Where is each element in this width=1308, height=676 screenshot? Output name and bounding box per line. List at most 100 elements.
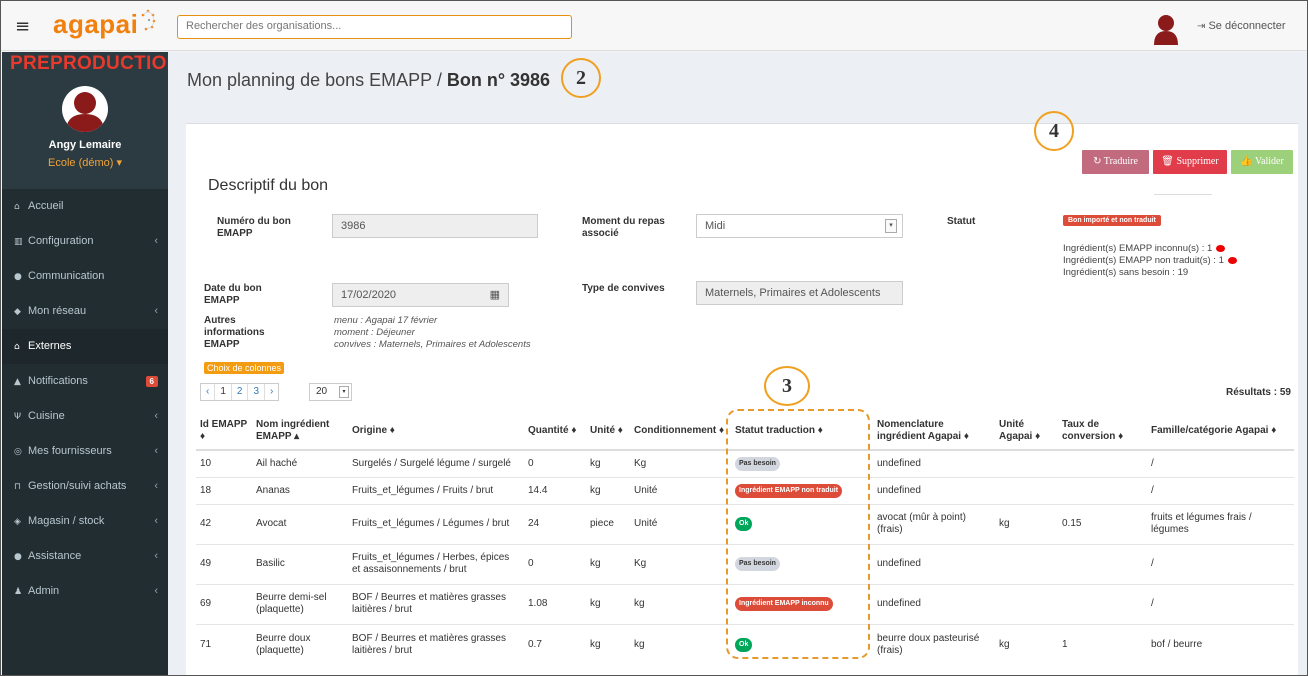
stat-text: Ingrédient(s) EMAPP non traduit(s) : 1 <box>1063 255 1224 266</box>
search-input[interactable]: Rechercher des organisations... <box>177 15 572 39</box>
sidebar-item-8[interactable]: ⊓ Gestion/suivi achats ‹ <box>2 469 168 504</box>
sidebar-item-7[interactable]: ◎ Mes fournisseurs ‹ <box>2 434 168 469</box>
sidebar-item-label: Cuisine <box>28 410 65 422</box>
table-cell-nom: Ail haché <box>252 449 348 477</box>
column-header[interactable]: Origine ♦ <box>348 412 524 451</box>
handshake-icon: ◎ <box>14 447 22 457</box>
home-icon: ⌂ <box>14 202 20 212</box>
org-selector[interactable]: Ecole (démo) ▾ <box>2 156 168 169</box>
section-title: Descriptif du bon <box>208 177 329 194</box>
table-cell-origine: Surgelés / Surgelé légume / surgelé <box>348 449 524 477</box>
stat-no-need: Ingrédient(s) sans besoin : 19 <box>1063 267 1189 278</box>
table-cell-unite: kg <box>586 623 630 665</box>
sidebar-item-3[interactable]: ◆ Mon réseau ‹ <box>2 294 168 329</box>
divider <box>1154 194 1212 195</box>
table-cell-cond: kg <box>630 623 731 665</box>
bell-icon: ▲ <box>14 377 21 387</box>
numero-field[interactable]: 3986 <box>332 214 538 238</box>
sidebar-item-label: Configuration <box>28 235 94 247</box>
per-page-select[interactable]: 20 ▾ <box>309 383 352 401</box>
calendar-icon[interactable]: ▦ <box>490 288 500 301</box>
label-line: Autres <box>204 315 236 326</box>
table-cell-qte: 24 <box>524 503 586 544</box>
comment-icon[interactable] <box>1227 256 1237 264</box>
table-cell-origine: BOF / Beurres et matières grasses laitiè… <box>348 583 524 624</box>
sidebar-item-0[interactable]: ⌂ Accueil <box>2 189 168 224</box>
avatar <box>62 86 108 132</box>
column-header[interactable]: Unité ♦ <box>586 412 630 451</box>
sidebar-item-1[interactable]: ▥ Configuration ‹ <box>2 224 168 259</box>
page-link[interactable]: 2 <box>232 384 249 400</box>
comments-icon: ● <box>14 272 22 282</box>
user-name: Angy Lemaire <box>48 139 122 151</box>
table-cell-nomen: beurre doux pasteurisé (frais) <box>873 623 995 665</box>
page-link[interactable]: › <box>265 384 278 400</box>
column-header[interactable]: Quantité ♦ <box>524 412 586 451</box>
column-header[interactable]: Id EMAPP ♦ <box>196 412 252 451</box>
table-cell-qte: 0 <box>524 543 586 584</box>
autres-info: menu : Agapai 17 février moment : Déjeune… <box>334 315 531 351</box>
label-line: Moment du repas <box>582 216 665 227</box>
chevron-left-icon: ‹ <box>154 445 158 457</box>
bank-icon: ▥ <box>14 237 23 247</box>
stat-unknown: Ingrédient(s) EMAPP inconnu(s) : 1 <box>1063 243 1226 255</box>
page-link[interactable]: 1 <box>215 384 232 400</box>
table-cell-origine: Fruits_et_légumes / Herbes, épices et as… <box>348 543 524 584</box>
column-header[interactable]: Taux de conversion ♦ <box>1058 412 1147 451</box>
hamburger-icon[interactable]: ≡ <box>15 16 30 37</box>
pagination: ‹ 1 2 3 › <box>200 383 280 401</box>
sidebar-item-6[interactable]: Ψ Cuisine ‹ <box>2 399 168 434</box>
column-header[interactable]: Nom ingrédient EMAPP ▴ <box>252 412 348 451</box>
table-cell-cond: Unité <box>630 503 731 544</box>
page-link[interactable]: 3 <box>248 384 266 400</box>
page-title-bold: Bon n° 3986 <box>446 70 551 90</box>
moment-label: Moment du repas associé <box>582 216 665 240</box>
sidebar-item-11[interactable]: ♟ Admin ‹ <box>2 574 168 609</box>
table-cell-origine: Fruits_et_légumes / Fruits / brut <box>348 476 524 504</box>
moment-value: Midi <box>705 220 726 232</box>
table-cell-unite_a <box>995 476 1058 504</box>
sidebar-item-10[interactable]: ● Assistance ‹ <box>2 539 168 574</box>
sidebar-item-2[interactable]: ● Communication <box>2 259 168 294</box>
column-header[interactable]: Conditionnement ♦ <box>630 412 731 451</box>
page-title: Mon planning de bons EMAPP / Bon n° 3986 <box>187 70 550 91</box>
columns-button[interactable]: Choix de colonnes <box>204 362 285 374</box>
table-cell-taux <box>1058 543 1147 584</box>
sidebar-item-label: Externes <box>28 340 72 352</box>
translate-button[interactable]: ↻ Traduire <box>1082 150 1149 174</box>
table-cell-taux <box>1058 476 1147 504</box>
convives-field[interactable]: Maternels, Primaires et Adolescents <box>696 281 903 305</box>
label-line: EMAPP <box>217 228 253 239</box>
delete-button[interactable]: 🗑 Supprimer <box>1153 150 1227 174</box>
sidebar-item-label: Magasin / stock <box>28 515 105 527</box>
table-cell-cond: kg <box>630 583 731 624</box>
page-link[interactable]: ‹ <box>201 384 216 400</box>
user-avatar-icon[interactable] <box>1154 13 1178 45</box>
sidebar-item-5[interactable]: ▲ Notifications 6 <box>2 364 168 399</box>
date-field[interactable]: 17/02/2020 ▦ <box>332 283 509 307</box>
moment-select[interactable]: Midi ▾ <box>696 214 903 238</box>
stat-text: Ingrédient(s) EMAPP inconnu(s) : 1 <box>1063 243 1213 254</box>
comment-icon[interactable] <box>1216 244 1226 252</box>
statut-label: Statut <box>947 216 976 227</box>
table-cell-id: 49 <box>196 543 252 584</box>
app-window: ≡ agapai Rechercher des organisations...… <box>0 0 1308 676</box>
validate-button[interactable]: 👍 Valider <box>1231 150 1293 174</box>
column-header[interactable]: Unité Agapai ♦ <box>995 412 1058 451</box>
sidebar-item-4[interactable]: ⌂ Externes <box>2 329 168 364</box>
table-cell-id: 71 <box>196 623 252 665</box>
logo[interactable]: agapai <box>53 9 138 40</box>
column-header[interactable]: Nomenclature ingrédient Agapai ♦ <box>873 412 995 451</box>
results-count: Résultats : 59 <box>1225 387 1291 398</box>
chevron-left-icon: ‹ <box>154 235 158 247</box>
breadcrumb-link[interactable]: Mon planning de bons EMAPP / <box>187 70 447 90</box>
table-cell-nom: Ananas <box>252 476 348 504</box>
column-header[interactable]: Famille/catégorie Agapai ♦ <box>1147 412 1294 451</box>
table-cell-unite_a: kg <box>995 623 1058 665</box>
numero-label: Numéro du bon EMAPP <box>217 216 291 240</box>
table-cell-qte: 1.08 <box>524 583 586 624</box>
stat-untranslated: Ingrédient(s) EMAPP non traduit(s) : 1 <box>1063 255 1237 267</box>
logout-link[interactable]: ⇥ Se déconnecter <box>1197 20 1286 32</box>
sidebar-item-9[interactable]: ◈ Magasin / stock ‹ <box>2 504 168 539</box>
chevron-left-icon: ‹ <box>154 305 158 317</box>
